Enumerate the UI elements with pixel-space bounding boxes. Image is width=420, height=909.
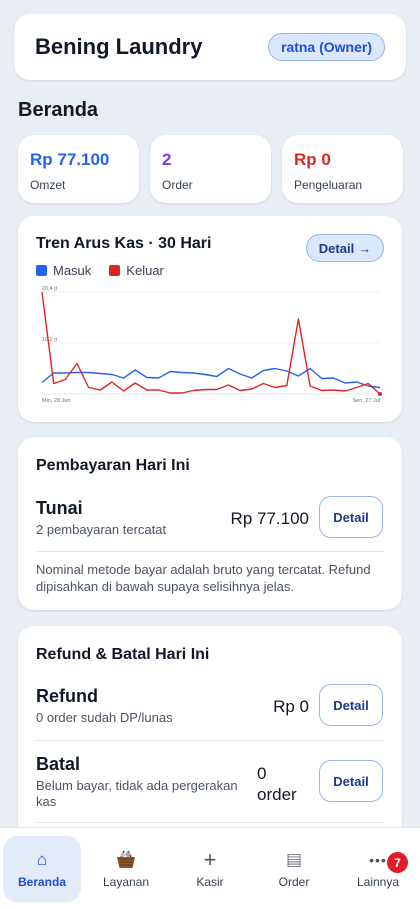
chart-detail-label: Detail xyxy=(318,240,355,256)
plus-icon: + xyxy=(203,847,217,872)
chart-detail-button[interactable]: Detail → xyxy=(306,234,384,262)
app-header: Bening Laundry ratna (Owner) xyxy=(14,14,406,80)
nav-beranda[interactable]: ⌂ Beranda xyxy=(3,836,81,902)
stat-value-order: 2 xyxy=(162,150,172,169)
legend-swatch-keluar xyxy=(109,265,121,276)
payments-card: Pembayaran Hari Ini Tunai 2 pembayaran t… xyxy=(18,437,402,610)
payment-note: Nominal metode bayar adalah bruto yang t… xyxy=(36,562,371,594)
nav-label-lainnya: Lainnya xyxy=(356,875,400,889)
stat-label-omzet: Omzet xyxy=(30,178,66,192)
payment-count: 2 pembayaran tercatat xyxy=(36,522,167,537)
cancel-amount: 0 order xyxy=(257,764,297,804)
app-title: Bening Laundry xyxy=(35,34,203,59)
more-icon: ••• xyxy=(369,852,387,868)
cashflow-line-chart: 20,4 jt 10,2 jt Min, 28 Jun Sen, 27 Jul xyxy=(41,286,382,404)
cashflow-chart-card: Tren Arus Kas · 30 Hari Detail → Masuk K… xyxy=(18,216,402,422)
nav-label-order: Order xyxy=(278,875,310,889)
nav-label-beranda: Beranda xyxy=(17,875,67,889)
arrow-right-icon: → xyxy=(358,240,372,256)
nav-kasir[interactable]: + Kasir xyxy=(171,836,249,902)
divider xyxy=(36,551,384,552)
stat-card-order[interactable]: 2 Order xyxy=(150,135,271,203)
payment-detail-button[interactable]: Detail xyxy=(319,496,383,538)
nav-label-kasir: Kasir xyxy=(196,875,224,889)
x-tick-label: Min, 28 Jun xyxy=(42,398,70,404)
payment-amount: Rp 77.100 xyxy=(230,509,309,528)
laundry-basket-icon xyxy=(115,849,137,871)
legend-item-masuk: Masuk xyxy=(36,263,91,278)
refund-section-title: Refund & Batal Hari Ini xyxy=(36,646,210,663)
legend-item-keluar: Keluar xyxy=(109,263,164,278)
bottom-navigation: ⌂ Beranda Layanan + Kasir ▤ Order ••• La… xyxy=(0,827,420,909)
page-title: Beranda xyxy=(18,99,99,121)
payment-method-name: Tunai xyxy=(36,498,83,518)
y-tick-label: 10,2 jt xyxy=(42,337,57,343)
chart-title: Tren Arus Kas · 30 Hari xyxy=(36,235,212,252)
nav-lainnya[interactable]: ••• Lainnya 7 xyxy=(339,836,417,902)
divider xyxy=(36,740,384,741)
x-tick-label: Sen, 27 Jul xyxy=(352,398,380,404)
nav-layanan[interactable]: Layanan xyxy=(87,836,165,902)
stat-card-omzet[interactable]: Rp 77.100 Omzet xyxy=(18,135,139,203)
chart-legend: Masuk Keluar xyxy=(36,263,164,278)
cancel-title: Batal xyxy=(36,754,81,774)
payment-method-info: Tunai 2 pembayaran tercatat xyxy=(36,498,226,538)
cancel-subtitle: Belum bayar, tidak ada pergerakan kas xyxy=(36,778,238,809)
list-icon: ▤ xyxy=(285,850,303,869)
stat-value-omzet: Rp 77.100 xyxy=(30,150,110,169)
cancel-info: Batal Belum bayar, tidak ada pergerakan … xyxy=(36,754,251,810)
stat-card-pengeluaran[interactable]: Rp 0 Pengeluaran xyxy=(282,135,403,203)
refund-amount: Rp 0 xyxy=(273,697,309,716)
divider xyxy=(36,822,384,823)
user-role-pill[interactable]: ratna (Owner) xyxy=(267,33,385,61)
stat-value-pengeluaran: Rp 0 xyxy=(294,150,331,169)
y-tick-label: 20,4 jt xyxy=(42,286,57,292)
nav-order[interactable]: ▤ Order xyxy=(255,836,333,902)
refund-title: Refund xyxy=(36,686,98,706)
series-endpoint-keluar xyxy=(378,392,382,396)
series-line-masuk xyxy=(41,367,381,389)
refund-subtitle: 0 order sudah DP/lunas xyxy=(36,710,173,725)
payments-title: Pembayaran Hari Ini xyxy=(36,457,190,474)
stat-label-pengeluaran: Pengeluaran xyxy=(294,178,363,192)
stat-label-order: Order xyxy=(162,178,193,192)
legend-label-masuk: Masuk xyxy=(53,263,92,278)
refund-info: Refund 0 order sudah DP/lunas xyxy=(36,686,236,726)
nav-label-layanan: Layanan xyxy=(102,875,150,889)
home-icon: ⌂ xyxy=(36,850,48,869)
refund-detail-button[interactable]: Detail xyxy=(319,684,383,726)
cancel-detail-button[interactable]: Detail xyxy=(319,760,383,802)
notification-badge: 7 xyxy=(387,852,408,873)
legend-swatch-masuk xyxy=(36,265,47,276)
legend-label-keluar: Keluar xyxy=(126,263,164,278)
